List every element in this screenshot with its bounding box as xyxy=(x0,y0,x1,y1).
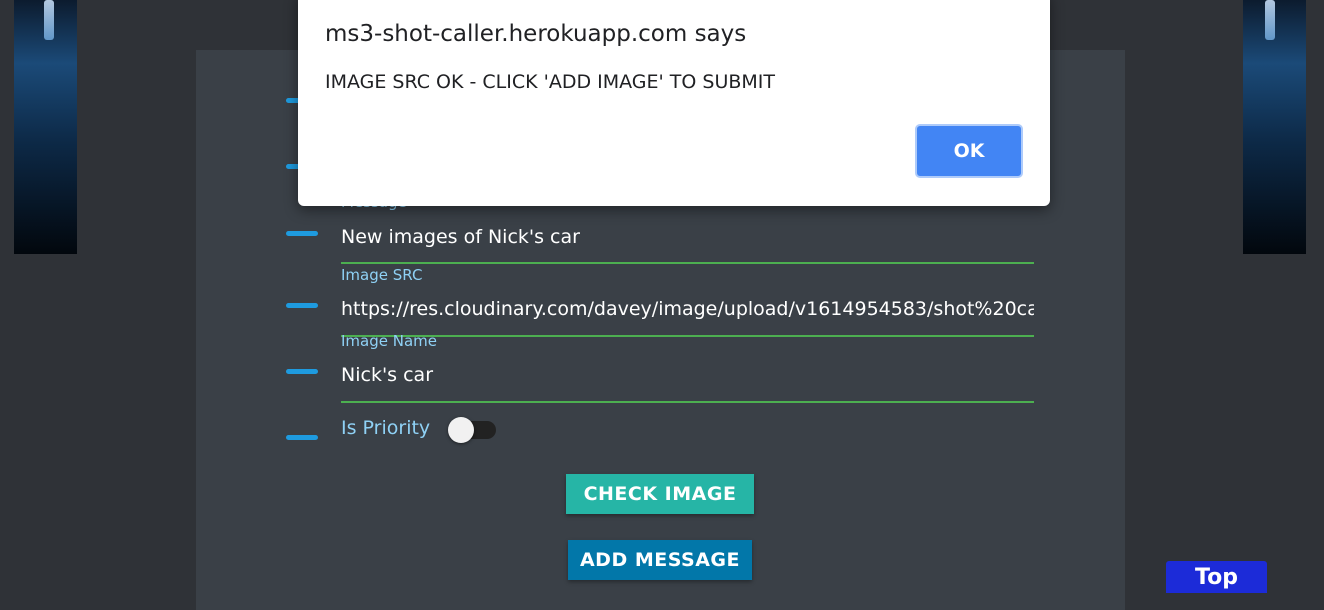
add-message-button[interactable]: ADD MESSAGE xyxy=(568,540,752,580)
message-underline xyxy=(341,262,1034,264)
field-dash-4 xyxy=(286,303,318,308)
check-image-button[interactable]: CHECK IMAGE xyxy=(566,474,754,514)
image-src-input[interactable]: https://res.cloudinary.com/davey/image/u… xyxy=(341,298,1034,320)
dialog-message: IMAGE SRC OK - CLICK 'ADD IMAGE' TO SUBM… xyxy=(325,71,775,93)
image-name-underline xyxy=(341,401,1034,403)
field-dash-5 xyxy=(286,369,318,374)
field-dash-6 xyxy=(286,435,318,440)
field-dash-3 xyxy=(286,231,318,236)
dialog-ok-button[interactable]: OK xyxy=(915,124,1023,178)
dialog-title: ms3-shot-caller.herokuapp.com says xyxy=(325,21,747,47)
image-src-label: Image SRC xyxy=(341,266,423,284)
right-banner-image xyxy=(1243,0,1306,254)
priority-toggle-knob xyxy=(448,417,474,443)
priority-toggle[interactable] xyxy=(448,417,496,443)
image-name-input[interactable]: Nick's car xyxy=(341,364,1034,386)
back-to-top-button[interactable]: Top xyxy=(1166,561,1267,593)
image-name-label: Image Name xyxy=(341,332,437,350)
priority-label: Is Priority xyxy=(341,417,431,439)
message-input[interactable]: New images of Nick's car xyxy=(341,226,1034,248)
alert-dialog: ms3-shot-caller.herokuapp.com says IMAGE… xyxy=(298,0,1050,206)
left-banner-image xyxy=(14,0,77,254)
image-src-underline xyxy=(341,335,1034,337)
